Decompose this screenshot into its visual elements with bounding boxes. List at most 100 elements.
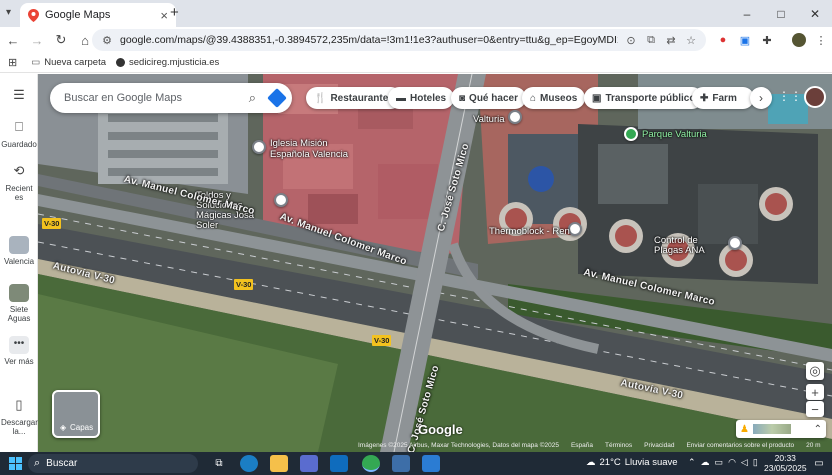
place-label[interactable]: Parque Valturia bbox=[642, 129, 707, 140]
store-icon[interactable] bbox=[300, 455, 318, 472]
pegman-icon[interactable]: ♟ bbox=[740, 424, 749, 435]
weather-desc: Lluvia suave bbox=[624, 457, 678, 468]
apps-grid-icon[interactable]: ⋮⋮ bbox=[778, 89, 802, 103]
new-tab-button[interactable]: + bbox=[170, 4, 179, 21]
place-label[interactable]: Control de Plagas ANA bbox=[654, 236, 728, 256]
pharmacy-icon: ✚ bbox=[700, 92, 709, 104]
extensions-puzzle-icon[interactable]: ✚ bbox=[758, 31, 776, 49]
tab-google-maps[interactable]: Google Maps × bbox=[20, 3, 176, 27]
translate-icon[interactable]: ⇄ bbox=[664, 34, 678, 47]
zoom-out-button[interactable]: − bbox=[806, 401, 824, 417]
expand-icon[interactable]: ⌃ bbox=[814, 424, 822, 435]
edge-icon[interactable] bbox=[240, 455, 258, 472]
terms-link[interactable]: Términos bbox=[605, 442, 632, 452]
bookmarks-bar: ⊞ ▭ Nueva carpeta sedicireg.mjusticia.es bbox=[0, 53, 832, 73]
system-tray[interactable]: ⌃ ☁ ▭ ◠ ◁ ▯ bbox=[688, 457, 758, 468]
battery-icon[interactable]: ▯ bbox=[753, 457, 758, 468]
bookmark-nueva-carpeta[interactable]: ▭ Nueva carpeta bbox=[31, 57, 106, 68]
clock[interactable]: 20:33 23/05/2025 bbox=[764, 453, 807, 473]
address-bar[interactable]: ⚙ google.com/maps/@39.4388351,-0.3894572… bbox=[92, 29, 706, 51]
maximize-button[interactable]: □ bbox=[764, 0, 798, 27]
chip-transporte[interactable]: ▣ Transporte público bbox=[584, 87, 704, 109]
layers-icon: ◈ bbox=[60, 423, 67, 432]
sidebar-item-descargar[interactable]: ▯ Descargar la... bbox=[0, 397, 38, 436]
place-pin[interactable] bbox=[274, 193, 288, 207]
taskbar-search[interactable]: ⌕ Buscar bbox=[28, 454, 198, 473]
wifi-icon[interactable]: ◠ bbox=[728, 457, 736, 468]
search-input[interactable] bbox=[64, 92, 249, 104]
profile-avatar[interactable] bbox=[790, 31, 808, 49]
satellite-map[interactable]: ⌕ 🍴Restaurantes ▬ Hoteles ◙Qué hacer ⌂Mus… bbox=[38, 74, 832, 452]
network-icon[interactable]: ▭ bbox=[715, 457, 724, 468]
reload-button[interactable]: ↻ bbox=[50, 29, 72, 51]
imagery-thumbs[interactable] bbox=[752, 424, 791, 434]
menu-button[interactable]: ☰ bbox=[0, 88, 38, 108]
back-button[interactable]: ← bbox=[2, 29, 24, 51]
place-label[interactable]: Valturia bbox=[473, 114, 505, 125]
menu-more-icon[interactable]: ⋮ bbox=[812, 31, 830, 49]
notifications-icon[interactable]: ▭ bbox=[810, 455, 828, 472]
globe-icon bbox=[116, 58, 125, 67]
park-pin[interactable] bbox=[624, 127, 638, 141]
layers-button[interactable]: ◈ Capas bbox=[52, 390, 100, 438]
google-maps-favicon bbox=[28, 8, 39, 22]
forward-button[interactable]: → bbox=[26, 29, 48, 51]
sidebar-item-guardado[interactable]: ⎕ Guardado bbox=[0, 120, 38, 149]
extension-red-icon[interactable]: ● bbox=[714, 31, 732, 49]
weather-widget[interactable]: ☁ 21°C Lluvia suave bbox=[586, 457, 678, 468]
file-explorer-icon[interactable] bbox=[270, 455, 288, 472]
tab-close-icon[interactable]: × bbox=[160, 8, 168, 23]
volume-icon[interactable]: ◁ bbox=[741, 457, 748, 468]
app-icon[interactable] bbox=[422, 455, 440, 472]
country-link[interactable]: España bbox=[571, 442, 593, 452]
apps-grid-icon[interactable]: ⊞ bbox=[8, 56, 17, 69]
chip-museos[interactable]: ⌂ Museos bbox=[522, 87, 586, 109]
place-pin[interactable] bbox=[252, 140, 266, 154]
feedback-link[interactable]: Enviar comentarios sobre el producto bbox=[686, 442, 794, 452]
task-view-icon[interactable]: ⧉ bbox=[210, 455, 228, 472]
sidebar-item-ver-mas[interactable]: ••• Ver más bbox=[0, 336, 38, 366]
close-window-button[interactable]: ✕ bbox=[798, 0, 832, 27]
phone-icon: ▯ bbox=[15, 397, 23, 412]
sidebar-item-label: Recientes bbox=[5, 184, 33, 202]
app-icon[interactable] bbox=[392, 455, 410, 472]
sidebar-item-siete-aguas[interactable]: Siete Aguas bbox=[0, 284, 38, 323]
tab-title: Google Maps bbox=[45, 9, 111, 21]
bookmark-sedicireg[interactable]: sedicireg.mjusticia.es bbox=[116, 57, 219, 68]
chip-hoteles[interactable]: ▬ Hoteles bbox=[388, 87, 455, 109]
directions-icon[interactable] bbox=[267, 88, 287, 108]
extension-translate-icon[interactable]: ▣ bbox=[736, 31, 754, 49]
site-info-icon[interactable]: ⚙ bbox=[100, 34, 114, 47]
search-icon[interactable]: ⌕ bbox=[249, 90, 256, 106]
privacy-link[interactable]: Privacidad bbox=[644, 442, 674, 452]
chips-scroll-right[interactable]: › bbox=[750, 87, 772, 109]
taskbar-search-label: Buscar bbox=[46, 458, 78, 469]
place-label[interactable]: Iglesia Misión Española Valencia bbox=[270, 138, 360, 160]
chip-label: Qué hacer bbox=[469, 92, 518, 104]
install-icon[interactable]: ⧉ bbox=[644, 34, 658, 47]
chip-label: Hoteles bbox=[410, 92, 447, 104]
account-avatar[interactable] bbox=[804, 86, 826, 108]
outlook-icon[interactable] bbox=[330, 455, 348, 472]
minimize-button[interactable]: – bbox=[730, 0, 764, 27]
start-button[interactable] bbox=[6, 455, 24, 472]
chip-que-hacer[interactable]: ◙ Qué hacer bbox=[451, 87, 526, 109]
clock-date: 23/05/2025 bbox=[764, 463, 807, 473]
chip-farmacias[interactable]: ✚ Farm bbox=[692, 87, 754, 109]
my-location-button[interactable]: ◎ bbox=[806, 362, 824, 380]
street-view-bar[interactable]: ♟ ⌃ bbox=[736, 420, 826, 438]
place-label[interactable]: Thermoblock - Ren bbox=[489, 226, 570, 237]
zoom-in-button[interactable]: + bbox=[806, 384, 824, 400]
chrome-icon[interactable] bbox=[362, 455, 380, 472]
search-box: ⌕ bbox=[50, 83, 292, 113]
tab-search-icon[interactable]: ▾ bbox=[6, 7, 18, 19]
location-icon[interactable]: ⊙ bbox=[624, 34, 638, 47]
sidebar-item-recientes[interactable]: ⟲ Recientes bbox=[0, 164, 38, 202]
sidebar-item-valencia[interactable]: Valencia bbox=[0, 236, 38, 266]
place-pin[interactable] bbox=[508, 110, 522, 124]
chevron-up-icon[interactable]: ⌃ bbox=[688, 457, 696, 468]
place-pin[interactable] bbox=[728, 236, 742, 250]
camera-icon: ◙ bbox=[459, 92, 466, 104]
place-pin[interactable] bbox=[568, 222, 582, 236]
star-icon[interactable]: ☆ bbox=[684, 34, 698, 47]
